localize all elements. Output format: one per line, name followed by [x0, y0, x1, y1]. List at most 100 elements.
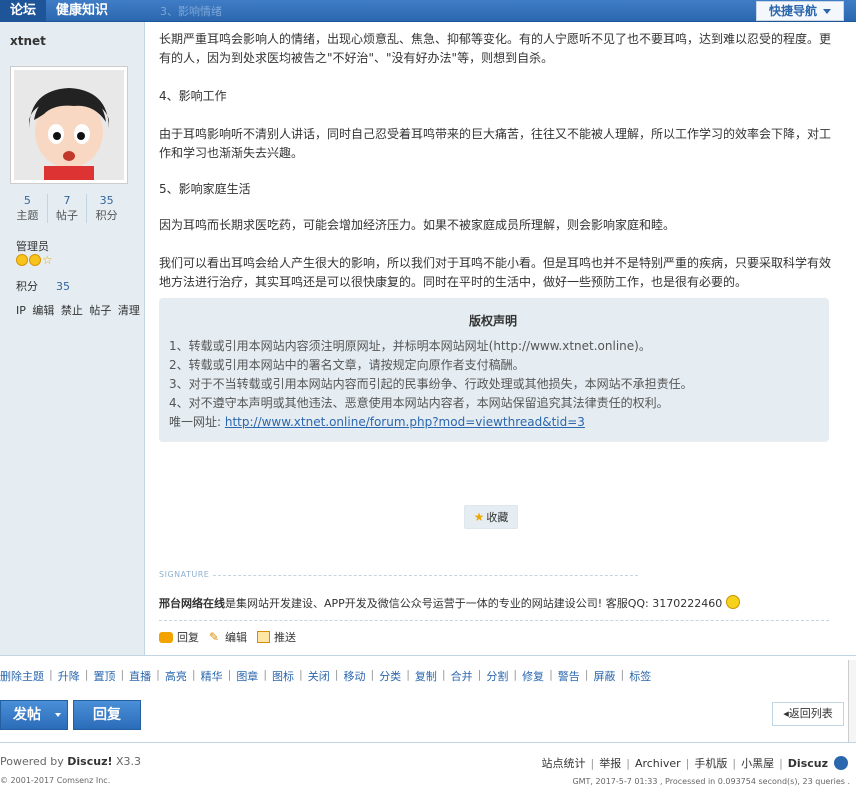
- moderation-link[interactable]: 精华: [201, 668, 223, 684]
- paragraph: 由于耳鸣影响听不清别人讲话，同时自己忍受着耳鸣带来的巨大痛苦，往往又不能被人理解…: [159, 127, 832, 160]
- username[interactable]: xtnet: [10, 34, 46, 48]
- moderation-link[interactable]: 标签: [629, 668, 651, 684]
- stat-posts[interactable]: 7 帖子: [48, 194, 88, 223]
- user-panel: xtnet 5 主题 7 帖子 35 积分 管理员 ☆ 积分 35 IP 编辑 …: [0, 22, 145, 655]
- admin-posts-link[interactable]: 帖子: [89, 304, 111, 317]
- moderation-link[interactable]: 图章: [236, 668, 258, 684]
- push-action[interactable]: 推送: [257, 629, 296, 645]
- moderation-link[interactable]: 删除主题: [0, 668, 44, 684]
- moderation-link[interactable]: 移动: [343, 668, 365, 684]
- quick-nav-button[interactable]: 快捷导航: [755, 1, 844, 21]
- points-label: 积分: [16, 280, 38, 293]
- sun-icon: [29, 254, 41, 266]
- admin-clean-link[interactable]: 清理: [118, 304, 140, 317]
- powered-brand-link[interactable]: Discuz!: [67, 755, 112, 768]
- top-nav: 论坛 健康知识: [0, 0, 118, 22]
- avatar-icon: [14, 70, 124, 180]
- moderation-link[interactable]: 置顶: [93, 668, 115, 684]
- signature-brand: 邢台网络在线: [159, 597, 225, 610]
- smiley-icon: [726, 595, 741, 609]
- new-post-button[interactable]: 发帖: [0, 700, 68, 730]
- admin-ip-link[interactable]: IP: [16, 304, 26, 317]
- powered-version: X3.3: [112, 755, 142, 768]
- favorite-label: 收藏: [486, 511, 509, 524]
- admin-edit-link[interactable]: 编辑: [32, 304, 54, 317]
- separator: |: [406, 668, 410, 681]
- push-action-label: 推送: [274, 631, 296, 644]
- star-icon: ★: [473, 510, 485, 524]
- user-points: 积分 35: [16, 278, 70, 294]
- powered-by: Powered by Discuz! X3.3: [0, 755, 141, 768]
- footer-link-stats[interactable]: 站点统计: [542, 755, 586, 771]
- copyright-line: 2、转载或引用本网站中的署名文章，请按规定向原作者支付稿酬。: [169, 358, 525, 372]
- separator: |: [685, 756, 690, 770]
- footer-link-mobile[interactable]: 手机版: [694, 755, 727, 771]
- edit-action-label: 编辑: [225, 631, 247, 644]
- reply-action[interactable]: 回复: [159, 629, 199, 645]
- chevron-down-icon: [55, 713, 61, 717]
- signature-text: 邢台网络在线是集网站开发建设、APP开发及微信公众号运营于一体的专业的网站建设公…: [159, 595, 741, 611]
- unique-url-link[interactable]: http://www.xtnet.online/forum.php?mod=vi…: [225, 415, 585, 429]
- section-heading: 5、影响家庭生活: [159, 182, 251, 196]
- footer-link-report[interactable]: 举报: [599, 755, 621, 771]
- separator: |: [513, 668, 518, 681]
- post-actions: 回复 ✎ 编辑 推送: [159, 629, 296, 645]
- moderation-link[interactable]: 屏蔽: [594, 668, 616, 684]
- moderation-link[interactable]: 高亮: [165, 668, 187, 684]
- moderation-links: 删除主题 | 升降 | 置顶 | 直播 | 高亮 | 精华 | 图章 | 图标 | 关闭 | 移动 | 分类 | 复制 | 合并…: [0, 668, 651, 684]
- nav-health-knowledge[interactable]: 健康知识: [46, 0, 118, 22]
- avatar[interactable]: [10, 66, 128, 184]
- footer-link-blackroom[interactable]: 小黑屋: [741, 755, 774, 771]
- separator: |: [227, 668, 232, 681]
- stat-threads[interactable]: 5 主题: [8, 194, 48, 223]
- moderation-link[interactable]: 复制: [415, 668, 437, 684]
- moderation-link[interactable]: 警告: [558, 668, 580, 684]
- edit-action[interactable]: ✎ 编辑: [209, 629, 247, 645]
- stat-points-label: 积分: [95, 209, 118, 222]
- separator: |: [84, 668, 89, 681]
- paragraph: 我们可以看出耳鸣会给人产生很大的影响，所以我们对于耳鸣不能小看。但是耳鸣也并不是…: [159, 256, 832, 289]
- separator: |: [626, 756, 630, 770]
- stat-points[interactable]: 35 积分: [87, 194, 126, 223]
- footer-link-archiver[interactable]: Archiver: [635, 757, 681, 770]
- separator: |: [441, 668, 446, 681]
- scrollbar[interactable]: [848, 660, 856, 742]
- unique-url-label: 唯一网址:: [169, 415, 225, 429]
- separator: |: [120, 668, 125, 681]
- moderation-link[interactable]: 关闭: [308, 668, 330, 684]
- footer-brand-link[interactable]: Discuz: [788, 757, 828, 770]
- divider: [159, 620, 829, 621]
- back-to-list-button[interactable]: ◂返回列表: [772, 702, 844, 726]
- bell-icon[interactable]: [834, 756, 848, 770]
- favorite-button[interactable]: ★ 收藏: [464, 505, 518, 529]
- reply-icon: [159, 631, 173, 643]
- stat-posts-count: 7: [63, 194, 71, 207]
- moderation-link[interactable]: 直播: [129, 668, 151, 684]
- footer-links: 站点统计 | 举报 | Archiver | 手机版 | 小黑屋 | Discuz: [542, 755, 848, 771]
- reply-button[interactable]: 回复: [73, 700, 141, 730]
- push-icon: [257, 631, 270, 643]
- nav-forum[interactable]: 论坛: [0, 0, 47, 22]
- admin-ban-link[interactable]: 禁止: [61, 304, 83, 317]
- copyright-line: 3、对于不当转载或引用本网站内容而引起的民事纷争、行政处理或其他损失，本网站不承…: [169, 377, 693, 391]
- separator: |: [477, 668, 482, 681]
- moderation-link[interactable]: 分类: [379, 668, 401, 684]
- moderation-link[interactable]: 分割: [486, 668, 508, 684]
- moderation-link[interactable]: 升降: [58, 668, 80, 684]
- signature-divider: [213, 575, 638, 576]
- stat-threads-count: 5: [23, 194, 31, 207]
- pencil-icon: ✎: [209, 630, 220, 644]
- moderation-link[interactable]: 修复: [522, 668, 544, 684]
- section-heading: 4、影响工作: [159, 89, 227, 103]
- copyright-notice: 版权声明 1、转载或引用本网站内容须注明原网址，并标明本网站网址(http://…: [159, 298, 829, 442]
- points-value: 35: [56, 280, 70, 293]
- separator: |: [590, 756, 595, 770]
- user-group[interactable]: 管理员: [16, 238, 49, 254]
- signature-body: 是集网站开发建设、APP开发及微信公众号运营于一体的专业的网站建设公司! 客服Q…: [225, 597, 723, 610]
- separator: |: [49, 668, 53, 681]
- footer-processing-info: GMT, 2017-5-7 01:33 , Processed in 0.093…: [572, 777, 850, 786]
- back-to-list-label: 返回列表: [788, 707, 833, 720]
- stat-points-count: 35: [99, 194, 114, 207]
- moderation-link[interactable]: 图标: [272, 668, 294, 684]
- moderation-link[interactable]: 合并: [451, 668, 473, 684]
